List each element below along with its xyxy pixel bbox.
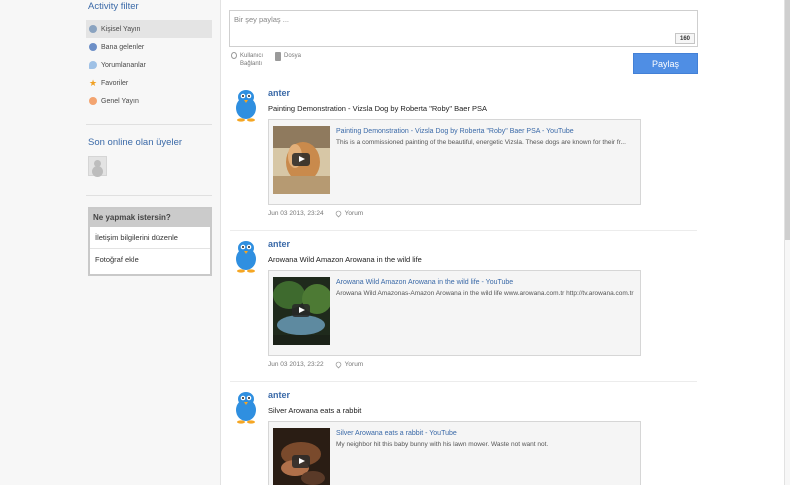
share-composer: 160 [229, 10, 698, 47]
attach-link-button[interactable]: Kullanıcı Bağlantı [231, 52, 263, 68]
bird-avatar-icon[interactable] [232, 88, 260, 122]
todo-box: Ne yapmak istersin? İletişim bilgilerini… [88, 207, 212, 276]
attach-link-label-1: Kullanıcı [240, 53, 264, 59]
share-input[interactable] [234, 15, 664, 24]
add-photo-link[interactable]: Fotoğraf ekle [90, 249, 210, 271]
attach-file-label: Dosya [284, 53, 302, 59]
media-card: Painting Demonstration - Vizsla Dog by R… [268, 119, 641, 205]
file-icon [275, 52, 281, 61]
play-icon [292, 304, 310, 317]
todo-title: Ne yapmak istersin? [90, 209, 210, 227]
post-text: Arowana Wild Amazon Arowana in the wild … [268, 255, 422, 264]
star-icon: ★ [89, 78, 98, 88]
media-card: Arowana Wild Amazon Arowana in the wild … [268, 270, 641, 356]
post-date: Jun 03 2013, 23:24 [268, 210, 324, 217]
comment-button[interactable]: Yorum [334, 360, 364, 369]
post-date: Jun 03 2013, 23:22 [268, 361, 324, 368]
post-meta: Jun 03 2013, 23:24 Yorum [268, 209, 364, 218]
filter-item-commented[interactable]: Yorumlananlar [86, 56, 212, 74]
heart-icon [334, 360, 343, 369]
edit-contact-info-link[interactable]: İletişim bilgilerini düzenle [90, 227, 210, 249]
filter-item-label: Favoriler [101, 79, 129, 87]
media-description: My neighbor hit this baby bunny with his… [336, 441, 549, 448]
media-description: This is a commissioned painting of the b… [336, 139, 626, 146]
comment-button[interactable]: Yorum [334, 209, 364, 218]
media-title-link[interactable]: Silver Arowana eats a rabbit - YouTube [336, 430, 457, 437]
media-card: Silver Arowana eats a rabbit - YouTube M… [268, 421, 641, 485]
feed-post: anter Silver Arowana eats a rabbit Silve… [230, 390, 697, 485]
comment-icon [89, 61, 97, 69]
comment-label: Yorum [344, 210, 364, 217]
attach-file-button[interactable]: Dosya [275, 52, 301, 61]
attach-link-label-2: Bağlantı [240, 61, 263, 67]
post-divider [230, 381, 697, 382]
heart-icon [334, 209, 343, 218]
link-icon [231, 52, 237, 59]
globe-icon [89, 97, 97, 105]
online-members-title: Son online olan üyeler [88, 137, 183, 148]
video-thumbnail[interactable] [273, 277, 330, 345]
media-title-link[interactable]: Arowana Wild Amazon Arowana in the wild … [336, 279, 513, 286]
media-title-link[interactable]: Painting Demonstration - Vizsla Dog by R… [336, 128, 574, 135]
feed-post: anter Arowana Wild Amazon Arowana in the… [230, 239, 697, 379]
person-icon [89, 25, 97, 33]
comment-label: Yorum [344, 361, 364, 368]
post-meta: Jun 03 2013, 23:22 Yorum [268, 360, 364, 369]
window-scrollbar[interactable] [785, 0, 790, 240]
feed-post: anter Painting Demonstration - Vizsla Do… [230, 88, 697, 228]
video-thumbnail[interactable] [273, 126, 330, 194]
online-member-avatar[interactable] [88, 156, 107, 176]
bird-avatar-icon[interactable] [232, 390, 260, 424]
sidebar-divider [86, 124, 212, 125]
post-divider [230, 230, 697, 231]
filter-item-personal[interactable]: Kişisel Yayın [86, 20, 212, 38]
activity-filter-list: Kişisel Yayın Bana gelenler Yorumlananla… [86, 20, 212, 110]
filter-item-incoming[interactable]: Bana gelenler [86, 38, 212, 56]
share-button[interactable]: Paylaş [633, 53, 698, 74]
inbox-icon [89, 43, 97, 51]
video-thumbnail[interactable] [273, 428, 330, 485]
bird-avatar-icon[interactable] [232, 239, 260, 273]
filter-item-label: Genel Yayın [101, 97, 139, 105]
sidebar-divider [86, 195, 212, 196]
filter-item-label: Bana gelenler [101, 43, 145, 51]
play-icon [292, 455, 310, 468]
post-username[interactable]: anter [268, 239, 290, 249]
play-icon [292, 153, 310, 166]
post-text: Painting Demonstration - Vizsla Dog by R… [268, 104, 488, 113]
filter-item-public[interactable]: Genel Yayın [86, 92, 212, 110]
filter-item-label: Yorumlananlar [101, 61, 146, 69]
activity-filter-title: Activity filter [88, 1, 139, 12]
post-text: Silver Arowana eats a rabbit [268, 406, 362, 415]
filter-item-favorites[interactable]: ★ Favoriler [86, 74, 212, 92]
post-username[interactable]: anter [268, 390, 290, 400]
post-username[interactable]: anter [268, 88, 290, 98]
media-description: Arowana Wild Amazonas-Amazon Arowana in … [336, 290, 634, 297]
filter-item-label: Kişisel Yayın [101, 25, 141, 33]
character-counter: 160 [675, 33, 695, 44]
